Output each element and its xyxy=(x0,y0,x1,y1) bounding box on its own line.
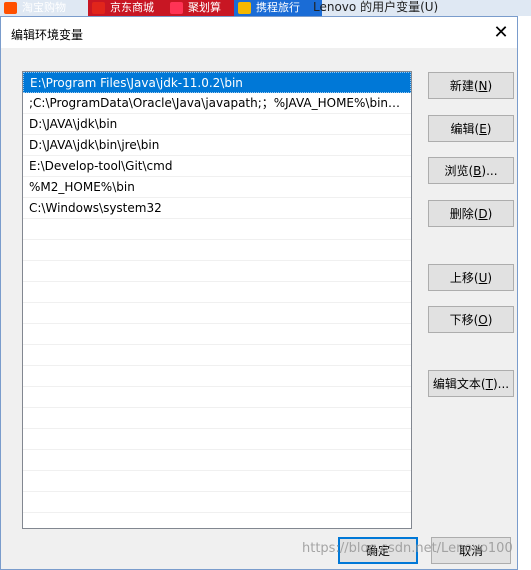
close-button[interactable]: ✕ xyxy=(485,17,517,48)
list-item-empty[interactable] xyxy=(23,366,411,387)
list-item-empty[interactable] xyxy=(23,324,411,345)
list-item-empty[interactable] xyxy=(23,513,411,528)
browse-button[interactable]: 浏览(B)... xyxy=(428,157,514,184)
list-item[interactable]: %M2_HOME%\bin xyxy=(23,177,411,198)
move-up-button[interactable]: 上移(U) xyxy=(428,264,514,291)
ctrip-icon xyxy=(238,2,251,14)
bg-tab-ctrip[interactable]: 携程旅行 xyxy=(234,0,322,16)
list-item[interactable]: ;C:\ProgramData\Oracle\Java\javapath;；%J… xyxy=(23,93,411,114)
list-item-empty[interactable] xyxy=(23,261,411,282)
taobao-icon xyxy=(4,2,17,14)
dialog-title: 编辑环境变量 xyxy=(11,28,84,42)
list-item-empty[interactable] xyxy=(23,492,411,513)
edit-button[interactable]: 编辑(E) xyxy=(428,115,514,142)
juhuasuan-icon xyxy=(170,2,183,14)
list-item[interactable]: C:\Windows\system32 xyxy=(23,198,411,219)
list-item-empty[interactable] xyxy=(23,240,411,261)
close-icon: ✕ xyxy=(493,22,509,43)
path-entries-list[interactable]: E:\Program Files\Java\jdk-11.0.2\bin ;C:… xyxy=(22,71,412,529)
jd-icon xyxy=(92,2,105,14)
list-item-empty[interactable] xyxy=(23,282,411,303)
background-taskbar: 淘宝购物 京东商城 聚划算 携程旅行 Lenovo 的用户变量(U) xyxy=(0,0,531,16)
list-item-empty[interactable] xyxy=(23,408,411,429)
list-item[interactable]: D:\JAVA\jdk\bin\jre\bin xyxy=(23,135,411,156)
list-item-empty[interactable] xyxy=(23,219,411,240)
watermark: https://blog.csdn.net/Lenovo100 xyxy=(302,541,513,556)
list-item-empty[interactable] xyxy=(23,303,411,324)
list-item-empty[interactable] xyxy=(23,387,411,408)
list-item-empty[interactable] xyxy=(23,450,411,471)
dialog-titlebar[interactable]: 编辑环境变量 ✕ xyxy=(1,17,517,48)
delete-button[interactable]: 删除(D) xyxy=(428,200,514,227)
edit-text-button[interactable]: 编辑文本(T)... xyxy=(428,370,514,397)
list-item-empty[interactable] xyxy=(23,471,411,492)
list-item-empty[interactable] xyxy=(23,345,411,366)
edit-env-variable-dialog: 编辑环境变量 ✕ E:\Program Files\Java\jdk-11.0.… xyxy=(0,16,518,570)
list-item[interactable]: E:\Program Files\Java\jdk-11.0.2\bin xyxy=(23,72,411,93)
list-item[interactable]: D:\JAVA\jdk\bin xyxy=(23,114,411,135)
new-button[interactable]: 新建(N) xyxy=(428,72,514,99)
bg-window-title: Lenovo 的用户变量(U) xyxy=(313,0,439,14)
list-item-empty[interactable] xyxy=(23,429,411,450)
move-down-button[interactable]: 下移(O) xyxy=(428,306,514,333)
background-window-edge xyxy=(516,16,531,570)
list-item[interactable]: E:\Develop-tool\Git\cmd xyxy=(23,156,411,177)
